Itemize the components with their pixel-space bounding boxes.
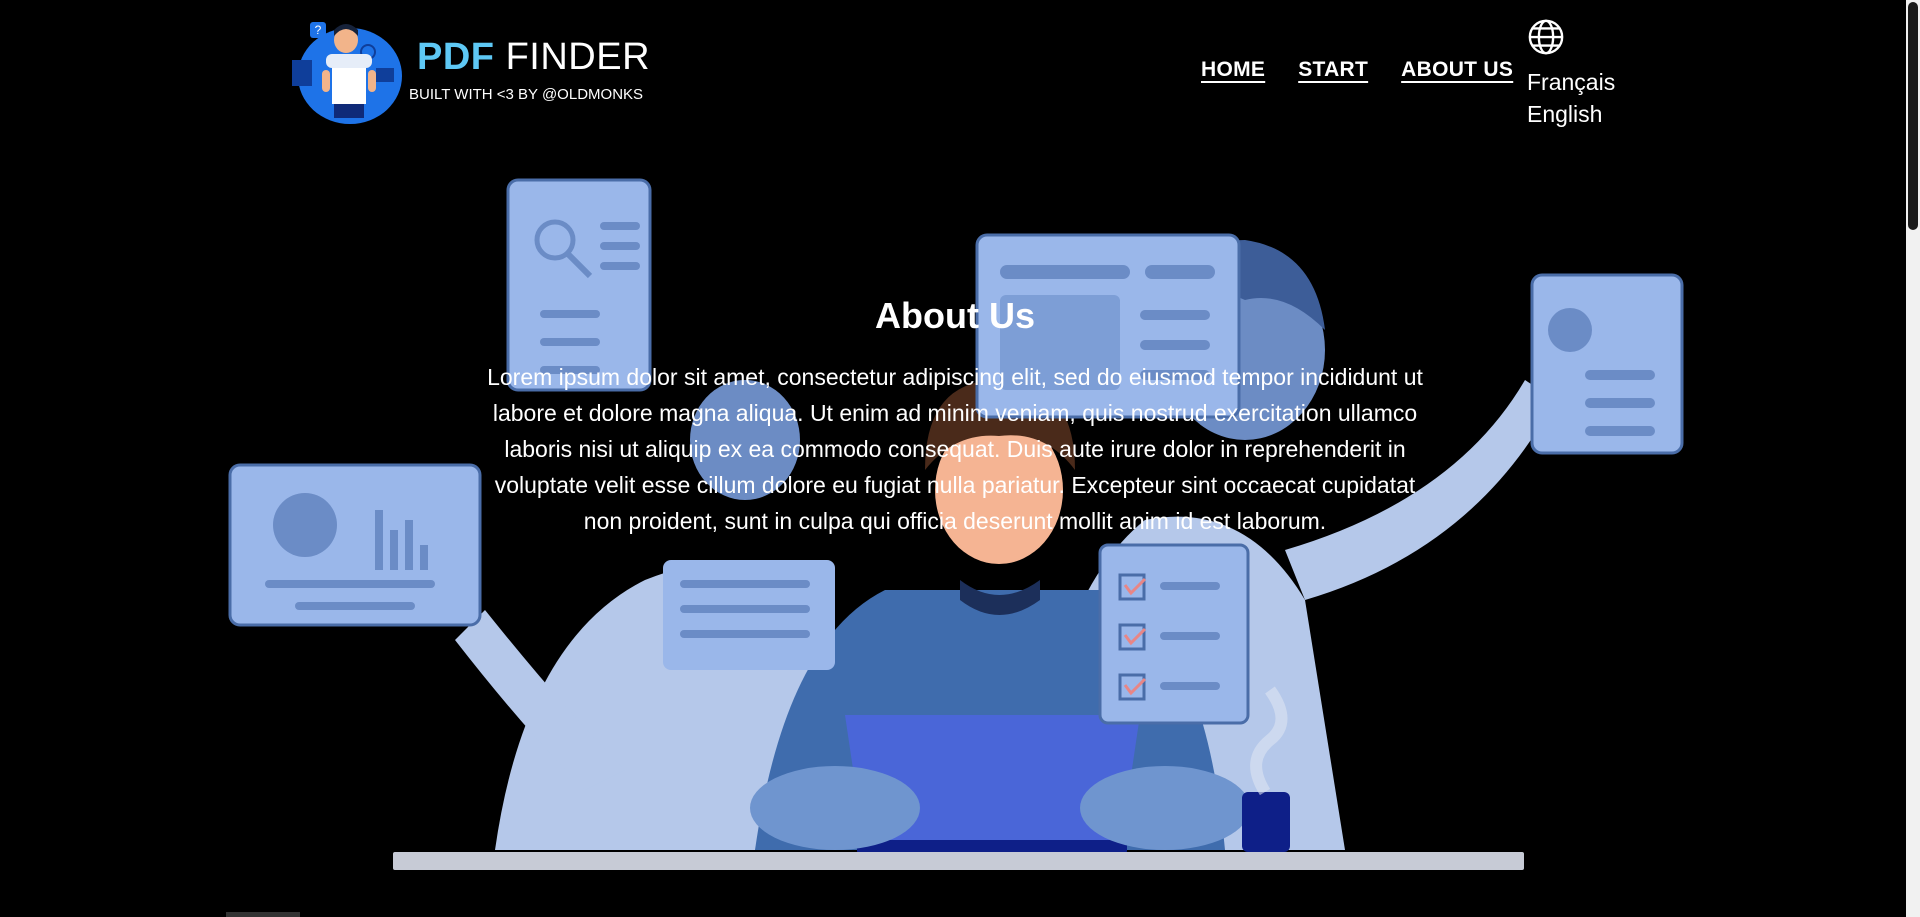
language-switcher: Français English (1527, 18, 1615, 130)
about-us-body: Lorem ipsum dolor sit amet, consectetur … (487, 364, 1423, 534)
desk-surface (393, 852, 1524, 870)
brand-logo[interactable]: ? PDF FINDER BUILT WITH <3 BY @OLDMONKS (290, 14, 650, 126)
nav-link-home[interactable]: HOME (1201, 58, 1265, 82)
nav-link-about-us[interactable]: ABOUT US (1401, 58, 1513, 82)
bottom-edge-tab (226, 912, 300, 917)
svg-text:?: ? (315, 23, 322, 37)
scrollbar-thumb[interactable] (1908, 2, 1918, 230)
brand-name: PDF FINDER (417, 36, 650, 79)
language-option-francais[interactable]: Français (1527, 66, 1615, 98)
brand-name-secondary: FINDER (505, 36, 651, 78)
language-option-english[interactable]: English (1527, 98, 1615, 130)
main-nav: HOME START ABOUT US (1201, 58, 1513, 82)
nav-link-start[interactable]: START (1298, 58, 1368, 82)
brand-name-primary: PDF (417, 36, 495, 78)
page-scrollbar[interactable] (1906, 0, 1920, 917)
globe-icon[interactable] (1527, 18, 1565, 56)
about-us-title: About Us (875, 295, 1035, 336)
about-us-section: About Us Lorem ipsum dolor sit amet, con… (470, 295, 1440, 539)
brand-tagline: BUILT WITH <3 BY @OLDMONKS (409, 86, 644, 103)
person-holding-document-icon: ? (292, 22, 402, 124)
